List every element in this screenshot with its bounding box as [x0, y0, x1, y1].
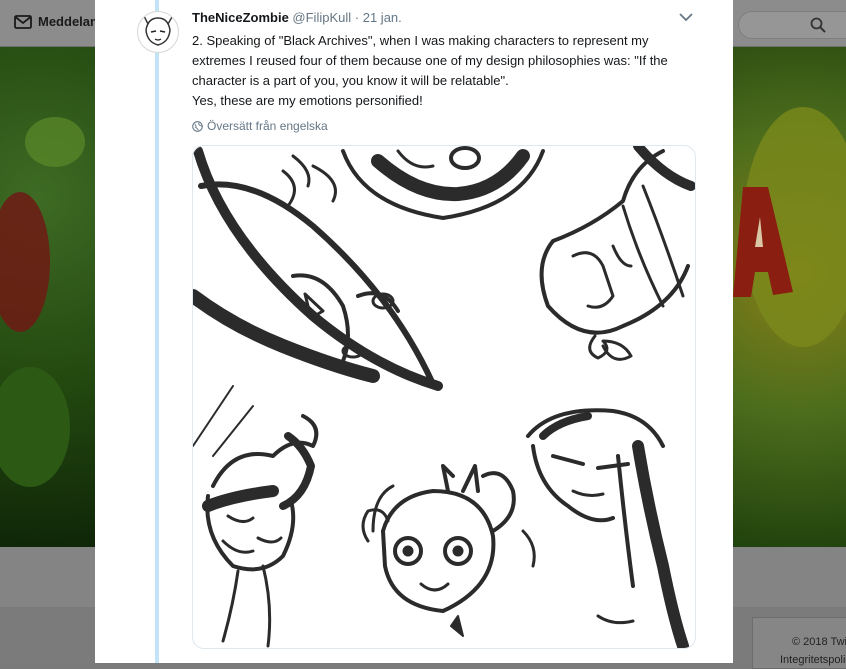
footer-privacy-link[interactable]: Integritetspolicy — [780, 654, 846, 666]
tweet-media-image[interactable] — [192, 145, 696, 649]
translate-label: Översätt från engelska — [207, 119, 328, 133]
username[interactable]: @FilipKull — [292, 10, 351, 25]
header-art-left — [0, 47, 95, 547]
sketch-drawing — [193, 146, 695, 648]
tweet-text-line-1: 2. Speaking of "Black Archives", when I … — [192, 33, 668, 88]
search-input[interactable] — [738, 11, 846, 39]
display-name[interactable]: TheNiceZombie — [192, 10, 289, 25]
tweet-text-line-2: Yes, these are my emotions personified! — [192, 93, 423, 108]
footer-copyright: © 2018 Twitter — [792, 636, 846, 648]
envelope-icon — [14, 14, 32, 29]
header-art-right — [733, 47, 846, 547]
translate-link[interactable]: Översätt från engelska — [192, 119, 328, 133]
globe-icon — [192, 120, 203, 132]
tweet-header: TheNiceZombie @FilipKull · 21 jan. — [192, 10, 402, 25]
separator-dot: · — [354, 10, 360, 25]
chevron-down-icon[interactable] — [679, 12, 693, 22]
avatar[interactable] — [137, 11, 179, 53]
thread-connector-line — [155, 0, 159, 663]
search-icon — [810, 17, 826, 33]
timestamp[interactable]: 21 jan. — [363, 10, 402, 25]
tweet-text: 2. Speaking of "Black Archives", when I … — [192, 31, 692, 111]
